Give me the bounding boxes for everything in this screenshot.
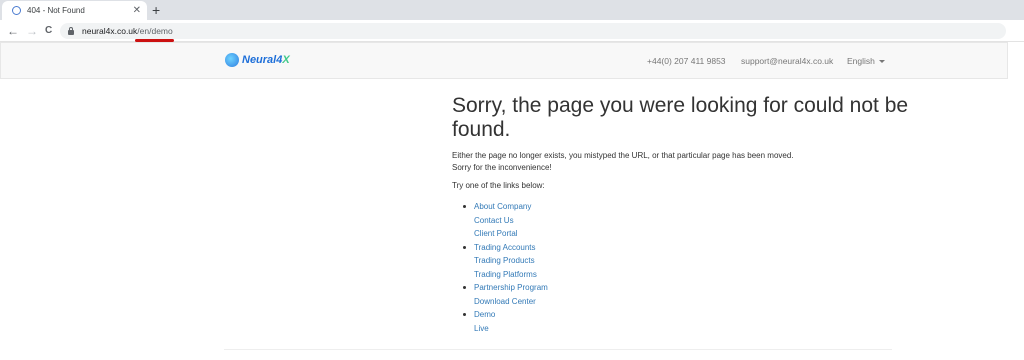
bullet-icon (463, 245, 466, 249)
forward-icon[interactable]: → (26, 22, 38, 40)
url-path: /en/demo (137, 26, 173, 36)
language-dropdown[interactable]: English (847, 56, 885, 66)
link-demo[interactable]: Demo (474, 308, 912, 322)
error-description: Either the page no longer exists, you mi… (452, 151, 794, 160)
logo-text: Neural4X (242, 54, 290, 66)
link-live[interactable]: Live (474, 322, 912, 336)
link-trading-accounts[interactable]: Trading Accounts (474, 241, 912, 255)
list-item: Demo Live (460, 308, 912, 335)
tab-strip: 404 - Not Found ✕ + (0, 0, 1024, 20)
tab-title: 404 - Not Found (27, 6, 85, 15)
tab-404[interactable]: 404 - Not Found ✕ (2, 1, 147, 20)
link-about-company[interactable]: About Company (474, 200, 912, 214)
logo-main: Neural4 (242, 54, 283, 66)
apology-text: Sorry for the inconvenience! (452, 163, 552, 172)
new-tab-button[interactable]: + (152, 1, 160, 19)
list-item: About Company Contact Us Client Portal (460, 200, 912, 241)
language-label: English (847, 56, 875, 66)
list-item: Trading Accounts Trading Products Tradin… (460, 241, 912, 282)
url-text: neural4x.co.uk/en/demo (82, 26, 173, 36)
link-trading-products[interactable]: Trading Products (474, 254, 912, 268)
bullet-icon (463, 313, 466, 316)
email-link[interactable]: support@neural4x.co.uk (741, 56, 833, 66)
footer-divider (224, 349, 892, 350)
site-navbar: Neural4X +44(0) 207 411 9853 support@neu… (0, 42, 1008, 79)
browser-window: 404 - Not Found ✕ + ← → C neural4x.co.uk… (0, 0, 1024, 360)
logo-x: X (282, 54, 290, 66)
phone-link[interactable]: +44(0) 207 411 9853 (647, 56, 726, 66)
globe-icon (12, 6, 21, 15)
close-icon[interactable]: ✕ (133, 5, 141, 16)
link-download-center[interactable]: Download Center (474, 295, 912, 309)
caret-down-icon (878, 60, 885, 64)
link-partnership-program[interactable]: Partnership Program (474, 281, 912, 295)
bullet-icon (463, 286, 466, 289)
site-logo[interactable]: Neural4X (225, 53, 290, 67)
brain-logo-icon (225, 53, 239, 67)
address-bar[interactable]: neural4x.co.uk/en/demo (60, 23, 1006, 39)
link-contact-us[interactable]: Contact Us (474, 214, 912, 228)
suggested-links: About Company Contact Us Client Portal T… (452, 200, 912, 335)
links-intro: Try one of the links below: (452, 181, 545, 190)
reload-icon[interactable]: C (45, 22, 52, 40)
error-content: Sorry, the page you were looking for cou… (452, 94, 912, 335)
page-title: Sorry, the page you were looking for cou… (452, 94, 909, 141)
url-host: neural4x.co.uk (82, 26, 138, 36)
link-trading-platforms[interactable]: Trading Platforms (474, 268, 912, 282)
back-icon[interactable]: ← (7, 22, 19, 40)
lock-icon (68, 26, 74, 35)
link-client-portal[interactable]: Client Portal (474, 227, 912, 241)
list-item: Partnership Program Download Center (460, 281, 912, 308)
bullet-icon (463, 205, 466, 208)
